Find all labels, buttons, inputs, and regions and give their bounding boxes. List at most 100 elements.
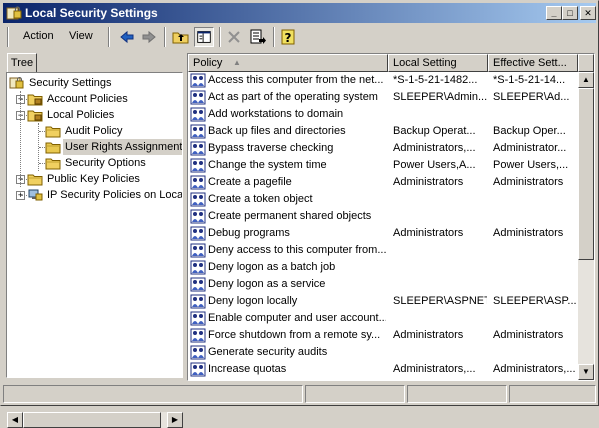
delete-icon[interactable] [224,27,244,47]
table-row[interactable]: Deny logon as a batch job [188,259,578,276]
menu-action-label: Action [23,30,54,42]
policy-icon [190,209,206,224]
table-row[interactable]: Enable computer and user account... [188,310,578,327]
list-vertical-scrollbar[interactable]: ▲ ▼ [578,72,594,380]
policy-icon [190,124,206,139]
title-bar[interactable]: Local Security Settings _ □ ✕ [3,3,596,23]
tree-view[interactable]: Security Settings + Account Policies − Local… [6,72,183,378]
scroll-right-button[interactable]: ▶ [167,412,183,428]
back-arrow-icon[interactable] [117,27,137,47]
tree-connector-line [21,115,27,116]
security-settings-icon [6,6,22,20]
close-button[interactable]: ✕ [580,6,596,20]
column-header-label: Effective Sett... [493,57,567,69]
tree-node-label: Security Options [65,157,146,169]
scroll-down-button[interactable]: ▼ [578,364,594,380]
policy-folder-icon [27,92,43,106]
tree-horizontal-scrollbar[interactable]: ◀ ▶ [7,411,183,428]
ip-security-icon [27,188,43,202]
tree-node-security-settings[interactable]: Security Settings [7,75,182,91]
table-row[interactable]: Access this computer from the net... *S-1… [188,72,578,89]
table-row[interactable]: Change the system time Power Users,A... Po… [188,157,578,174]
scroll-up-button[interactable]: ▲ [578,72,594,88]
policy-icon [190,311,206,326]
table-row[interactable]: Create permanent shared objects [188,208,578,225]
tree-node-local-policies[interactable]: − Local Policies [7,107,182,123]
tree-node-security-options[interactable]: Security Options [7,155,182,171]
tree-connector-line [39,147,45,148]
forward-arrow-icon[interactable] [139,27,159,47]
tree-node-audit-policy[interactable]: Audit Policy [7,123,182,139]
svg-text:?: ? [285,31,292,45]
tree-node-user-rights-assignment[interactable]: User Rights Assignment [7,139,182,155]
policy-name-cell: Enable computer and user account... [208,312,386,324]
table-row[interactable]: Create a token object [188,191,578,208]
tree-node-label: Audit Policy [65,125,123,137]
table-row[interactable]: Force shutdown from a remote sy... Admini… [188,327,578,344]
maximize-button[interactable]: □ [562,6,578,20]
policy-icon [190,294,206,309]
policy-name-cell: Force shutdown from a remote sy... [208,329,381,341]
table-row[interactable]: Deny logon as a service [188,276,578,293]
local-setting-cell: Power Users,A... [393,159,476,171]
table-row[interactable]: Create a pagefile Administrators Administr… [188,174,578,191]
local-setting-cell: SLEEPER\ASPNET [393,295,487,307]
effective-setting-cell: Backup Oper... [493,125,566,137]
column-header-policy[interactable]: Policy ▲ [188,54,388,72]
scroll-left-button[interactable]: ◀ [7,412,23,428]
table-row[interactable]: Act as part of the operating system SLEEP… [188,89,578,106]
up-folder-icon[interactable] [171,27,191,47]
local-setting-cell: Administrators [393,227,464,239]
status-panel [3,385,303,403]
status-bar [3,384,596,403]
status-panel [407,385,507,403]
policy-icon [190,192,206,207]
effective-setting-cell: Administrators [493,227,564,239]
column-header-effective-setting[interactable]: Effective Sett... [488,54,578,72]
column-header-filler [578,54,594,72]
tree-node-label: Security Settings [29,77,112,89]
tree-node-ip-security-policies-on-local[interactable]: + IP Security Policies on Local [7,187,182,203]
menu-view[interactable]: View [69,30,93,42]
policy-name-cell: Create permanent shared objects [208,210,372,222]
menu-action[interactable]: Action [23,30,54,42]
effective-setting-cell: Administrators [493,329,564,341]
table-row[interactable]: Debug programs Administrators Administrato… [188,225,578,242]
table-row[interactable]: Back up files and directories Backup Oper… [188,123,578,140]
tree-node-label: Public Key Policies [47,173,140,185]
policy-icon [190,362,206,377]
policy-icon [190,158,206,173]
help-icon[interactable]: ? [279,27,299,47]
table-row[interactable]: Bypass traverse checking Administrators,.… [188,140,578,157]
export-list-icon[interactable] [248,27,268,47]
column-header-label: Local Setting [393,57,457,69]
table-row[interactable]: Deny logon locally SLEEPER\ASPNET SLEEPER\… [188,293,578,310]
tree-connector-line [21,99,27,100]
table-row[interactable]: Add workstations to domain [188,106,578,123]
tree-node-account-policies[interactable]: + Account Policies [7,91,182,107]
tree-node-public-key-policies[interactable]: + Public Key Policies [7,171,182,187]
local-setting-cell: SLEEPER\Admin... [393,91,487,103]
folder-icon [27,172,43,186]
local-setting-cell: Administrators,... [393,363,476,375]
policy-name-cell: Increase quotas [208,363,287,375]
policy-name-cell: Act as part of the operating system [208,91,378,103]
table-row[interactable]: Increase quotas Administrators,... Adminis… [188,361,578,378]
tab-tree[interactable]: Tree [7,53,37,73]
toolbar-grip [7,27,9,47]
policy-name-cell: Create a token object [208,193,313,205]
policy-folder-icon [27,108,43,122]
policy-name-cell: Deny access to this computer from... [208,244,386,256]
column-header-local-setting[interactable]: Local Setting [388,54,488,72]
table-row[interactable]: Deny access to this computer from... [188,242,578,259]
scroll-thumb[interactable] [23,412,161,428]
policy-icon [190,73,206,88]
policy-name-cell: Bypass traverse checking [208,142,334,154]
scroll-thumb[interactable] [578,88,594,260]
table-row[interactable]: Generate security audits [188,344,578,361]
show-hide-tree-icon[interactable] [194,27,214,47]
folder-icon [45,156,61,170]
minimize-button[interactable]: _ [546,6,562,20]
toolbar-separator [219,27,221,47]
policy-list[interactable]: Policy ▲ Local Setting Effective Sett...… [187,53,595,381]
